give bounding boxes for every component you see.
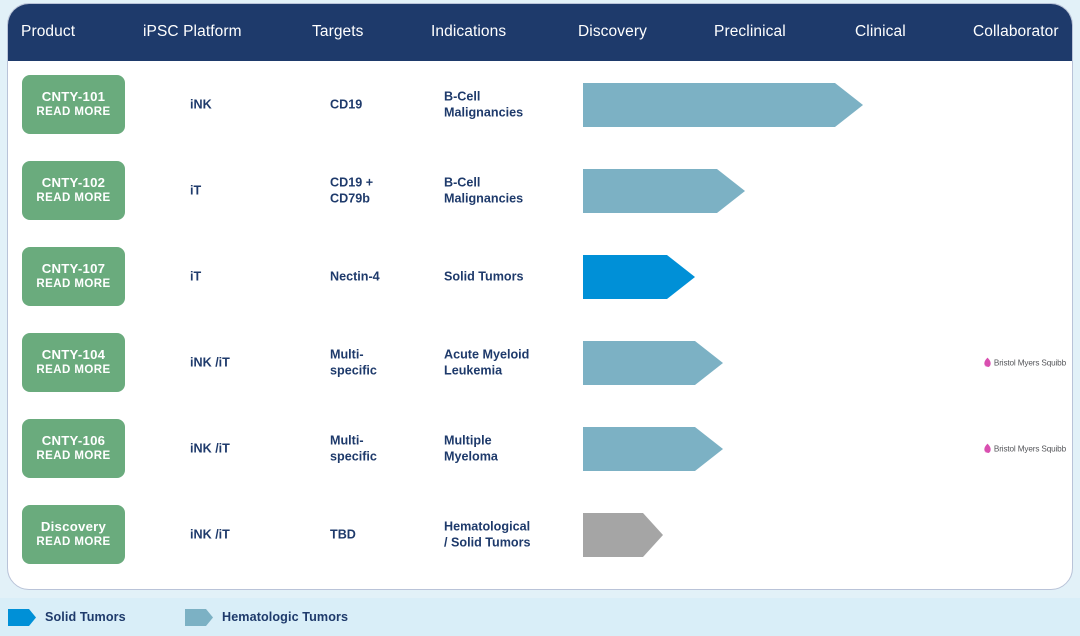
- table-body: CNTY-101READ MOREiNKCD19B-Cell Malignanc…: [8, 62, 1072, 589]
- arrow-icon: [583, 341, 723, 385]
- bristol-myers-squibb-logo-icon: [983, 444, 992, 455]
- legend-item-hematologic-tumors: Hematologic Tumors: [185, 598, 348, 636]
- column-header-discovery: Discovery: [578, 3, 647, 61]
- column-header-collaborator: Collaborator: [973, 3, 1059, 61]
- cell-targets: Nectin-4: [330, 269, 380, 285]
- pipeline-bar-cnty-101: [583, 83, 863, 127]
- cell-ipsc-platform: iNK /iT: [190, 355, 230, 371]
- table-row: CNTY-106READ MORE iNK /iT Multi- specific M…: [8, 406, 1072, 492]
- cell-targets: CD19 + CD79b: [330, 176, 373, 207]
- arrow-icon: [583, 83, 863, 127]
- cell-targets: Multi- specific: [330, 434, 377, 465]
- cell-ipsc-platform: iT: [190, 269, 201, 285]
- product-name: CNTY-106: [42, 433, 106, 449]
- legend-label: Solid Tumors: [45, 610, 126, 624]
- product-button-cnty-104[interactable]: CNTY-104READ MORE: [22, 333, 125, 392]
- column-header-indications: Indications: [431, 3, 506, 61]
- pipeline-bar-cnty-102: [583, 169, 745, 213]
- collaborator-name: Bristol Myers Squibb: [994, 359, 1066, 368]
- cell-ipsc-platform: iNK /iT: [190, 527, 230, 543]
- arrow-icon: [583, 513, 663, 557]
- collaborator-logo: Bristol Myers Squibb: [983, 358, 1066, 369]
- cell-ipsc-platform: iNK: [190, 97, 212, 113]
- legend-label: Hematologic Tumors: [222, 610, 348, 624]
- column-header-ipsc-platform: iPSC Platform: [143, 3, 242, 61]
- read-more-label: READ MORE: [36, 449, 110, 464]
- cell-targets: Multi- specific: [330, 348, 377, 379]
- cell-indications: Hematological / Solid Tumors: [444, 520, 531, 551]
- product-name: CNTY-102: [42, 175, 106, 191]
- read-more-label: READ MORE: [36, 363, 110, 378]
- column-header-product: Product: [21, 3, 75, 61]
- column-header-targets: Targets: [312, 3, 364, 61]
- pipeline-bar-discovery: [583, 513, 663, 557]
- cell-indications: Solid Tumors: [444, 269, 524, 285]
- collaborator-logo: Bristol Myers Squibb: [983, 444, 1066, 455]
- product-name: CNTY-101: [42, 89, 106, 105]
- pipeline-bar-cnty-107: [583, 255, 695, 299]
- product-name: CNTY-107: [42, 261, 106, 277]
- product-name: Discovery: [41, 519, 106, 535]
- cell-indications: B-Cell Malignancies: [444, 90, 523, 121]
- cell-ipsc-platform: iT: [190, 183, 201, 199]
- pipeline-card: Product iPSC Platform Targets Indications Di…: [7, 3, 1073, 590]
- cell-targets: CD19: [330, 97, 362, 113]
- product-button-cnty-101[interactable]: CNTY-101READ MORE: [22, 75, 125, 134]
- table-row: CNTY-104READ MORE iNK /iT Multi- specific A…: [8, 320, 1072, 406]
- table-row: CNTY-107READ MORE iT Nectin-4 Solid Tumors: [8, 234, 1072, 320]
- product-name: CNTY-104: [42, 347, 106, 363]
- table-row: DiscoveryREAD MORE iNK /iT TBD Hematologica…: [8, 492, 1072, 578]
- cell-indications: Multiple Myeloma: [444, 434, 498, 465]
- arrow-icon: [583, 255, 695, 299]
- cell-targets: TBD: [330, 527, 356, 543]
- arrow-icon: [583, 427, 723, 471]
- read-more-label: READ MORE: [36, 105, 110, 120]
- bristol-myers-squibb-logo-icon: [983, 358, 992, 369]
- column-header-clinical: Clinical: [855, 3, 906, 61]
- read-more-label: READ MORE: [36, 277, 110, 292]
- cell-indications: B-Cell Malignancies: [444, 176, 523, 207]
- product-button-cnty-107[interactable]: CNTY-107READ MORE: [22, 247, 125, 306]
- column-header-preclinical: Preclinical: [714, 3, 786, 61]
- collaborator-name: Bristol Myers Squibb: [994, 445, 1066, 454]
- pipeline-bar-cnty-106: [583, 427, 723, 471]
- product-button-cnty-102[interactable]: CNTY-102READ MORE: [22, 161, 125, 220]
- read-more-label: READ MORE: [36, 535, 110, 550]
- legend-arrow-icon: [8, 609, 36, 626]
- read-more-label: READ MORE: [36, 191, 110, 206]
- cell-ipsc-platform: iNK /iT: [190, 441, 230, 457]
- product-button-discovery[interactable]: DiscoveryREAD MORE: [22, 505, 125, 564]
- legend: Solid Tumors Hematologic Tumors: [0, 598, 1080, 636]
- table-row: CNTY-101READ MORE iNK CD19 B-Cell Malignanc…: [8, 62, 1072, 148]
- pipeline-page: Product iPSC Platform Targets Indications Di…: [0, 0, 1080, 636]
- product-button-cnty-106[interactable]: CNTY-106READ MORE: [22, 419, 125, 478]
- cell-indications: Acute Myeloid Leukemia: [444, 348, 529, 379]
- arrow-icon: [583, 169, 745, 213]
- table-row: CNTY-102READ MORE iT CD19 + CD79b B-Cell Ma…: [8, 148, 1072, 234]
- legend-item-solid-tumors: Solid Tumors: [8, 598, 126, 636]
- legend-arrow-icon: [185, 609, 213, 626]
- pipeline-bar-cnty-104: [583, 341, 723, 385]
- table-header: Product iPSC Platform Targets Indications Di…: [7, 3, 1073, 61]
